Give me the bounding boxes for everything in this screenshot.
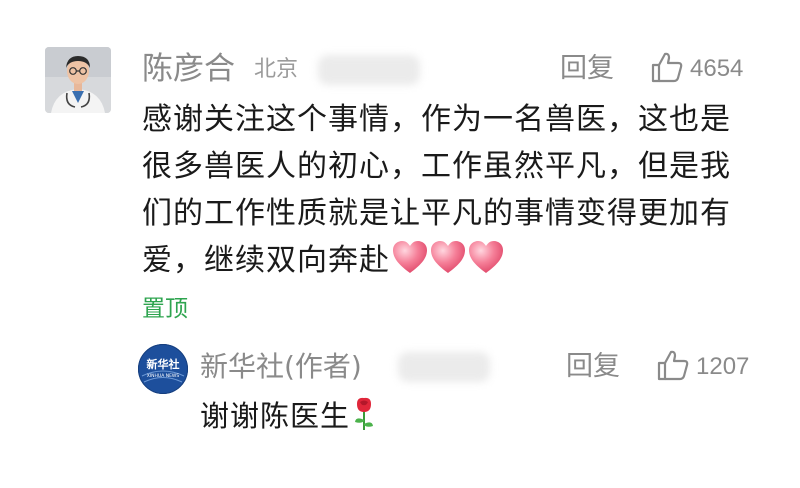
reply-text-content: 谢谢陈医生 [200,399,351,433]
heart-icon [469,241,503,273]
author-name[interactable]: 陈彦合 [142,48,235,90]
rose-icon [352,396,376,444]
comment-text: 感谢关注这个事情，作为一名兽医，这也是很多兽医人的初心，工作虽然平凡，但是我们的… [142,96,742,290]
reply-button[interactable]: 回复 [560,48,614,90]
heart-icon [393,241,427,273]
heart-icon-group [392,240,504,290]
comment-header: 陈彦合 北京 回复 4654 [142,48,760,90]
xinhua-avatar[interactable]: 新华社 XINHUA NEWS [138,344,188,394]
comment-thread: 陈彦合 北京 回复 4654 感谢关注这个事情，作为一名兽医，这也是很多兽医人的… [0,0,800,488]
doctor-avatar-image [45,47,111,113]
thumbs-up-icon [656,348,690,386]
location-label: 北京 [254,57,299,82]
blurred-timestamp [398,352,490,382]
svg-text:新华社: 新华社 [147,357,180,371]
avatar[interactable] [45,47,111,113]
thumbs-up-icon [650,50,684,88]
heart-icon [431,241,465,273]
reply-text: 谢谢陈医生 [200,394,376,444]
like-button[interactable]: 4654 [650,48,743,90]
reply-author-name[interactable]: 新华社(作者) [200,346,362,388]
pinned-label: 置顶 [142,296,188,322]
svg-text:XINHUA NEWS: XINHUA NEWS [147,373,180,379]
like-count: 1207 [696,353,750,380]
like-count: 4654 [690,55,744,82]
blurred-timestamp [318,55,420,85]
like-button[interactable]: 1207 [656,346,749,388]
reply-button[interactable]: 回复 [566,346,620,388]
xinhua-logo-icon: 新华社 XINHUA NEWS [138,344,188,394]
